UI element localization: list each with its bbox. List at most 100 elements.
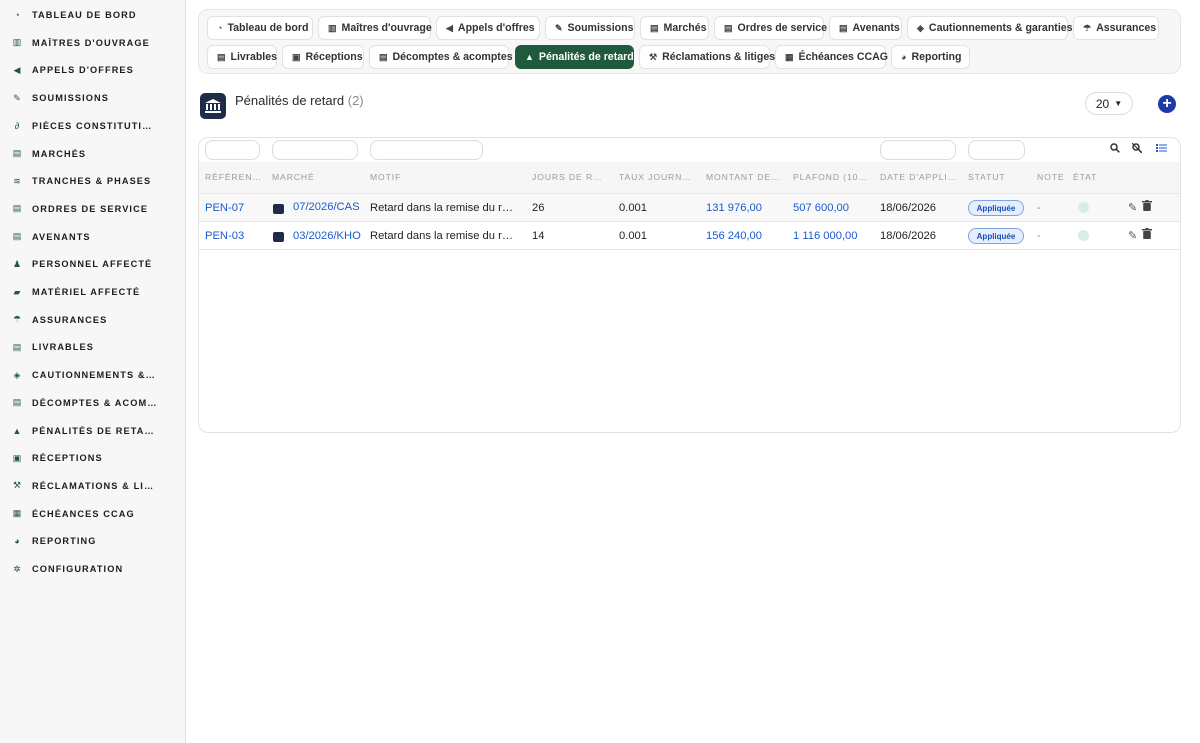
dashboard-icon: ◔ (217, 23, 223, 33)
sidebar-item-label: RÉCEPTIONS (32, 453, 103, 464)
column-header-marche[interactable]: MARCHÉ (272, 172, 362, 182)
tab[interactable]: ▥ Maîtres d'ouvrage (318, 16, 432, 40)
sidebar-item[interactable]: ◀ APPELS D'OFFRES (12, 60, 182, 80)
tab-label: Livrables (230, 51, 278, 63)
motif-cell: Retard dans la remise du rapport (370, 202, 518, 214)
sidebar-item[interactable]: ◔ TABLEAU DE BORD (12, 5, 182, 25)
megaphone-icon: ◀ (13, 64, 21, 75)
trash-icon[interactable] (1142, 200, 1152, 214)
sidebar-item[interactable]: ≋ TRANCHES & PHASES (12, 171, 182, 191)
contract-icon (273, 204, 284, 214)
file-invoice-icon: ▤ (12, 397, 22, 408)
sidebar-item[interactable]: ▤ DÉCOMPTES & ACOMPTES (12, 393, 182, 413)
sidebar-item-label: AVENANTS (32, 231, 91, 242)
sidebar-item[interactable]: ▲ PÉNALITÉS DE RETARD (12, 421, 182, 441)
sidebar-item[interactable]: ▤ LIVRABLES (12, 337, 182, 357)
sidebar-item[interactable]: ☂ ASSURANCES (12, 310, 182, 330)
sidebar-item[interactable]: ▤ AVENANTS (12, 227, 182, 247)
sidebar-item-label: REPORTING (32, 536, 97, 547)
column-header-statut[interactable]: STATUT (968, 172, 1030, 182)
calendar-icon: ▦ (785, 51, 794, 62)
column-header-etat[interactable]: ÉTAT (1073, 172, 1103, 182)
sidebar-item-label: TABLEAU DE BORD (32, 10, 137, 20)
jours-cell: 14 (532, 230, 545, 242)
marche-link[interactable]: 03/2026/KHO (293, 230, 363, 242)
column-header-motif[interactable]: MOTIF (370, 172, 520, 182)
tab[interactable]: ✎ Soumissions (545, 16, 635, 40)
warning-icon: ▲ (525, 52, 534, 62)
building-icon: ▥ (328, 22, 337, 33)
tab-label: Reporting (911, 51, 962, 63)
sidebar-item[interactable]: ⚒ RÉCLAMATIONS & LITIGES (12, 476, 182, 496)
tab-label: Réclamations & litiges (662, 51, 776, 63)
sidebar-item[interactable]: ▣ RÉCEPTIONS (12, 448, 182, 468)
trash-icon[interactable] (1142, 228, 1152, 242)
sidebar-item[interactable]: ◕ REPORTING (12, 531, 182, 551)
tab[interactable]: ◈ Cautionnements & garanties (907, 16, 1073, 40)
tab[interactable]: ▤ Livrables (207, 45, 277, 69)
edit-icon[interactable]: ✎ (1128, 201, 1137, 214)
sidebar-item-label: LIVRABLES (32, 342, 94, 353)
tab[interactable]: ◀ Appels d'offres (436, 16, 540, 40)
tab-label: Appels d'offres (457, 22, 535, 34)
tab[interactable]: ▦ Échéances CCAG (775, 45, 888, 69)
plus-circle-icon: + (1162, 95, 1172, 112)
tab[interactable]: ◕ Reporting (891, 45, 970, 69)
tab[interactable]: ⚒ Réclamations & litiges (639, 45, 775, 69)
reference-link[interactable]: PEN-03 (205, 230, 265, 242)
sidebar-item[interactable]: ◈ CAUTIONNEMENTS & GARANTIES (12, 365, 182, 385)
document-icon: ▤ (12, 203, 22, 214)
tab[interactable]: ▲ Pénalités de retard (515, 45, 634, 69)
sidebar-item[interactable]: ▥ MAÎTRES D'OUVRAGE (12, 33, 182, 53)
tab-label: Pénalités de retard (538, 51, 634, 63)
column-header-taux[interactable]: TAUX JOURNALIER (619, 172, 695, 182)
add-button[interactable]: + (1158, 95, 1176, 113)
filter-statut-input[interactable] (968, 140, 1025, 160)
truck-icon: ▰ (13, 286, 21, 297)
marche-link[interactable]: 07/2026/CAS (293, 201, 363, 213)
filter-marche-input[interactable] (272, 140, 358, 160)
search-icon[interactable] (1110, 143, 1120, 156)
sidebar-item[interactable]: ▦ ÉCHÉANCES CCAG (12, 504, 182, 524)
sidebar-item-label: SOUMISSIONS (32, 93, 109, 104)
per-page-select[interactable]: 20 ▼ (1085, 92, 1133, 115)
tab[interactable]: ▤ Marchés (640, 16, 709, 40)
clear-filter-icon[interactable] (1131, 142, 1143, 156)
filter-date-input[interactable] (880, 140, 956, 160)
sidebar-item[interactable]: ∂ PIÈCES CONSTITUTIVES (12, 116, 182, 136)
state-indicator (1078, 202, 1089, 213)
sidebar-item[interactable]: ▤ ORDRES DE SERVICE (12, 199, 182, 219)
column-header-montant[interactable]: MONTANT DE LA PÉNALITÉ (706, 172, 782, 182)
sidebar-item-label: MATÉRIEL AFFECTÉ (32, 287, 141, 297)
sidebar-item[interactable]: ▰ MATÉRIEL AFFECTÉ (12, 282, 182, 302)
tab[interactable]: ☂ Assurances (1073, 16, 1159, 40)
layers-icon: ≋ (13, 175, 21, 186)
tab-label: Marchés (663, 22, 707, 34)
column-header-plafond[interactable]: PLAFOND (10 POUR CENT) (793, 172, 869, 182)
sidebar-item[interactable]: ♟ PERSONNEL AFFECTÉ (12, 254, 182, 274)
sidebar-item[interactable]: ▤ MARCHÉS (12, 144, 182, 164)
column-header-note[interactable]: NOTE (1037, 172, 1067, 182)
shield-icon: ◈ (917, 22, 924, 33)
filter-motif-input[interactable] (370, 140, 483, 160)
tab-label: Décomptes & acomptes (392, 51, 513, 63)
reference-link[interactable]: PEN-07 (205, 202, 265, 214)
tab[interactable]: ▣ Réceptions (282, 45, 364, 69)
sidebar-item[interactable]: ✎ SOUMISSIONS (12, 88, 182, 108)
status-badge: Appliquée (968, 228, 1024, 244)
column-header-jours[interactable]: JOURS DE RETARD (532, 172, 608, 182)
list-icon[interactable] (1156, 143, 1167, 156)
tab[interactable]: ▤ Ordres de service (714, 16, 827, 40)
filter-reference-input[interactable] (205, 140, 260, 160)
column-header-reference[interactable]: RÉFÉRENCE (205, 172, 265, 182)
edit-icon[interactable]: ✎ (1128, 229, 1137, 242)
gear-icon: ✲ (13, 563, 21, 574)
sidebar-item[interactable]: ✲ CONFIGURATION (12, 559, 182, 579)
column-header-date[interactable]: DATE D'APPLICATION (880, 172, 958, 182)
warning-icon: ▲ (12, 425, 22, 436)
shield-icon: ◈ (13, 369, 21, 380)
note-cell: - (1037, 230, 1041, 242)
tab[interactable]: ◔ Tableau de bord (207, 16, 313, 40)
tab[interactable]: ▤ Avenants (829, 16, 902, 40)
tab[interactable]: ▤ Décomptes & acomptes (369, 45, 513, 69)
